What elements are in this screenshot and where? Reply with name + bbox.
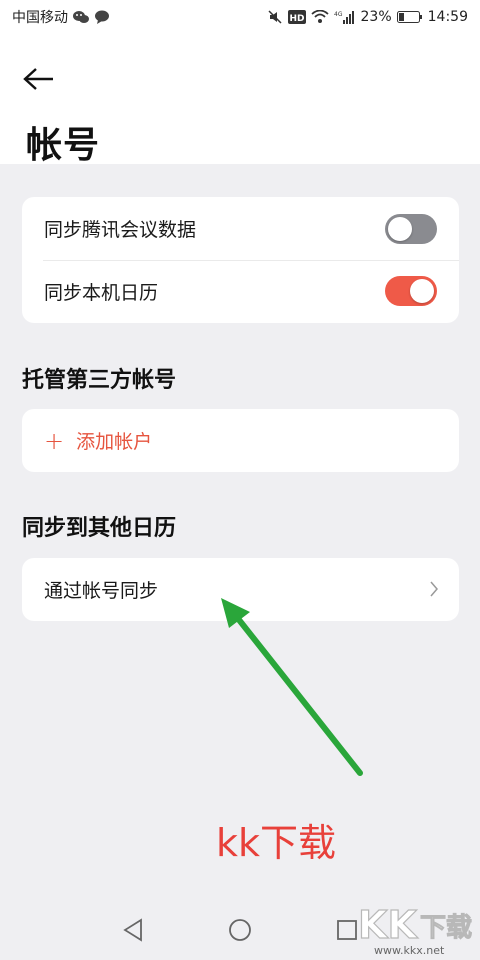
annotation-text: kk下载 <box>216 821 337 865</box>
svg-text:下载: 下载 <box>420 913 472 943</box>
nav-back-button[interactable] <box>122 918 144 942</box>
nav-home-button[interactable] <box>228 918 252 942</box>
watermark-logo: KK 下载 www.kkx.net <box>354 900 472 960</box>
kkx-logo-icon: KK 下载 <box>357 902 472 947</box>
svg-text:KK: KK <box>358 903 418 944</box>
watermark-url: www.kkx.net <box>374 944 445 957</box>
